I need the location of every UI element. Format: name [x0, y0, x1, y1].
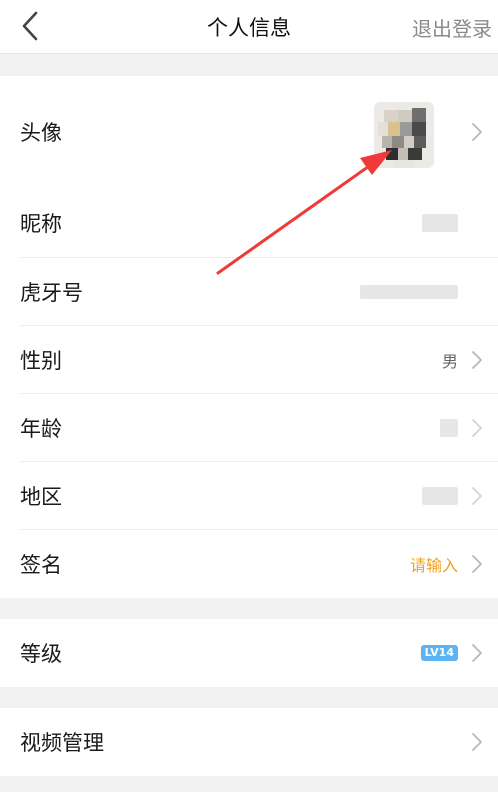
- age-label: 年龄: [20, 417, 62, 441]
- huya-id-value-redacted: [360, 285, 458, 299]
- gender-value: 男: [441, 352, 458, 371]
- signature-placeholder: 请输入: [409, 556, 458, 575]
- gender-row[interactable]: 性别 男: [0, 326, 498, 394]
- chevron-right-icon: [472, 644, 482, 662]
- huya-id-row[interactable]: 虎牙号: [0, 258, 498, 326]
- level-section: 等级 LV14: [0, 619, 498, 687]
- gender-label: 性别: [20, 349, 62, 373]
- chevron-right-icon: [472, 351, 482, 369]
- level-label: 等级: [20, 642, 62, 666]
- avatar[interactable]: [374, 102, 434, 168]
- region-label: 地区: [20, 485, 62, 509]
- chevron-right-icon: [472, 487, 482, 505]
- level-row[interactable]: 等级 LV14: [0, 619, 498, 687]
- chevron-right-icon: [472, 419, 482, 437]
- nickname-value-redacted: [422, 214, 458, 232]
- nickname-row[interactable]: 昵称: [0, 188, 498, 258]
- video-management-label: 视频管理: [20, 731, 104, 755]
- profile-section: 头像 昵称 虎牙号 性别 男 年龄 地区 签名 请输入: [0, 76, 498, 598]
- video-management-row[interactable]: 视频管理: [0, 708, 498, 776]
- avatar-label: 头像: [20, 121, 62, 145]
- age-value-redacted: [440, 419, 458, 437]
- nickname-label: 昵称: [20, 212, 62, 236]
- region-row[interactable]: 地区: [0, 462, 498, 530]
- level-badge: LV14: [420, 645, 458, 661]
- age-row[interactable]: 年龄: [0, 394, 498, 462]
- chevron-right-icon: [472, 733, 482, 751]
- signature-row[interactable]: 签名 请输入: [0, 530, 498, 598]
- signature-label: 签名: [20, 553, 62, 577]
- navigation-bar: 个人信息 退出登录: [0, 0, 498, 54]
- video-section: 视频管理: [0, 708, 498, 776]
- huya-id-label: 虎牙号: [20, 281, 83, 305]
- avatar-row[interactable]: 头像: [0, 76, 498, 188]
- logout-button[interactable]: 退出登录: [412, 0, 492, 54]
- region-value-redacted: [422, 487, 458, 505]
- chevron-right-icon: [472, 123, 482, 141]
- chevron-right-icon: [472, 555, 482, 573]
